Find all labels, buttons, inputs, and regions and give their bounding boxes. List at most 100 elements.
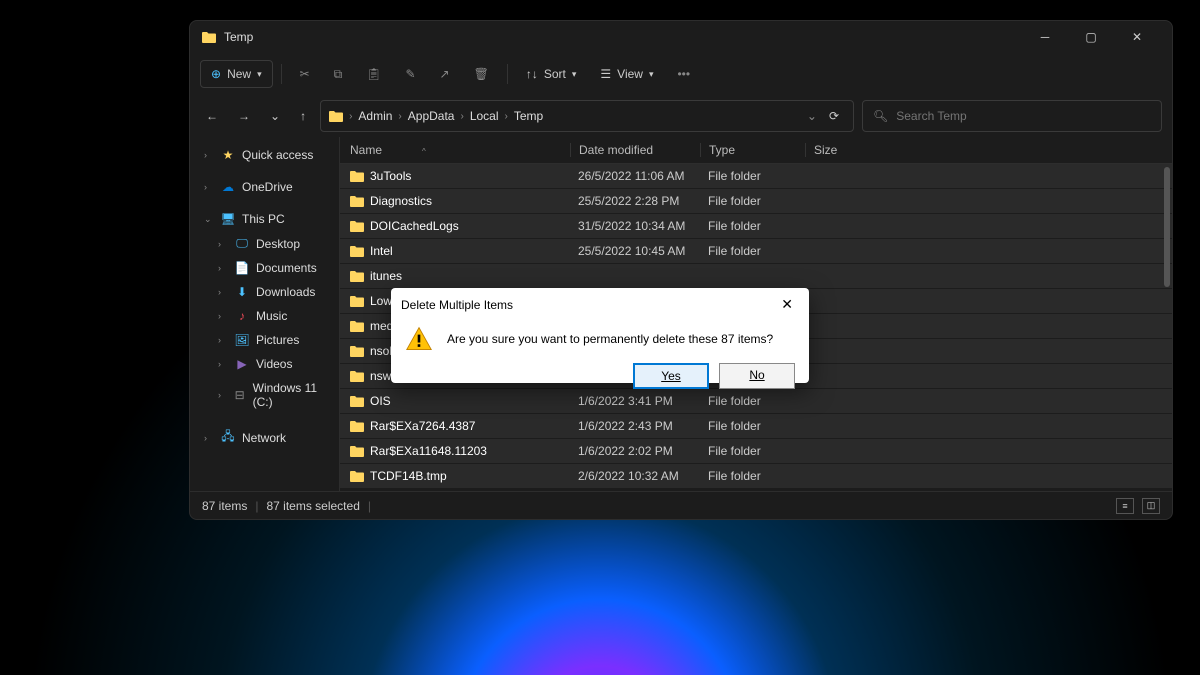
table-row[interactable]: Diagnostics25/5/2022 2:28 PMFile folder (340, 189, 1172, 214)
cut-button[interactable]: ✂ (290, 61, 320, 87)
address-bar[interactable]: › Admin › AppData › Local › Temp ⌄ ⟳ (320, 100, 854, 132)
chevron-down-icon[interactable]: ⌄ (807, 109, 817, 123)
chevron-right-icon: › (349, 111, 352, 122)
refresh-button[interactable]: ⟳ (823, 103, 845, 129)
sidebar-item-videos[interactable]: ›▶Videos (190, 352, 339, 376)
file-explorer-window: Temp ─ ▢ ✕ ⊕ New ▾ ✂ ⧉ 📋︎ ✎ ↗ 🗑︎ ↑↓ Sort… (189, 20, 1173, 520)
folder-icon (350, 195, 364, 207)
column-name[interactable]: Name^ (350, 143, 570, 157)
table-row[interactable]: Intel 25/5/2022 10:45 AMFile folder (340, 239, 1172, 264)
forward-button[interactable]: → (232, 103, 256, 129)
chevron-down-icon: ⌄ (204, 214, 214, 225)
close-button[interactable]: ✕ (1114, 21, 1160, 53)
sidebar-item-label: Documents (256, 261, 317, 275)
sidebar-item-onedrive[interactable]: ›☁OneDrive (190, 175, 339, 199)
warning-icon (405, 325, 433, 353)
scrollbar-vertical[interactable] (1164, 167, 1170, 287)
breadcrumb[interactable]: AppData (408, 109, 455, 123)
titlebar: Temp ─ ▢ ✕ (190, 21, 1172, 53)
folder-icon (350, 320, 364, 332)
sidebar-item-this-pc[interactable]: ⌄🖥︎This PC (190, 207, 339, 231)
yes-button[interactable]: Yes (633, 363, 709, 389)
delete-button[interactable]: 🗑︎ (464, 61, 499, 87)
folder-icon (202, 31, 216, 43)
sidebar-item-documents[interactable]: ›📄Documents (190, 256, 339, 280)
maximize-button[interactable]: ▢ (1068, 21, 1114, 53)
new-button[interactable]: ⊕ New ▾ (200, 60, 273, 88)
chevron-right-icon: › (505, 111, 508, 122)
recent-button[interactable]: ⌄ (264, 103, 286, 129)
sort-button[interactable]: ↑↓ Sort ▾ (516, 61, 587, 87)
table-row[interactable]: Rar$EXa11648.112031/6/2022 2:02 PMFile f… (340, 439, 1172, 464)
sidebar-item-quick-access[interactable]: ›★Quick access (190, 143, 339, 167)
file-type: File folder (700, 469, 805, 483)
minimize-button[interactable]: ─ (1022, 21, 1068, 53)
sidebar-item-label: Network (242, 431, 286, 445)
file-type: File folder (700, 244, 805, 258)
paste-button[interactable]: 📋︎ (356, 61, 391, 87)
sidebar-item-music[interactable]: ›♪Music (190, 304, 339, 328)
column-headers: Name^ Date modified Type Size (340, 137, 1172, 164)
table-row[interactable]: DOICachedLogs31/5/2022 10:34 AMFile fold… (340, 214, 1172, 239)
sidebar-item-desktop[interactable]: ›🖵Desktop (190, 231, 339, 256)
chevron-right-icon: › (204, 182, 214, 192)
no-button[interactable]: No (719, 363, 795, 389)
folder-icon (350, 395, 364, 407)
breadcrumb[interactable]: Local (470, 109, 499, 123)
search-box[interactable]: 🔍︎ (862, 100, 1162, 132)
file-date: 2/6/2022 10:32 AM (570, 469, 700, 483)
details-view-button[interactable]: ≡ (1116, 498, 1134, 514)
folder-icon (350, 245, 364, 257)
search-input[interactable] (896, 109, 1151, 123)
column-type[interactable]: Type (700, 143, 805, 157)
chevron-right-icon: › (460, 111, 463, 122)
sidebar-item-downloads[interactable]: ›⬇Downloads (190, 280, 339, 304)
up-button[interactable]: ↑ (294, 103, 312, 129)
file-name: OIS (370, 394, 391, 408)
sidebar-item-label: Music (256, 309, 287, 323)
dialog-close-button[interactable]: ✕ (775, 294, 799, 315)
file-name: itunes (370, 269, 402, 283)
sidebar-item-label: Desktop (256, 237, 300, 251)
sidebar-item-pictures[interactable]: ›🖼︎Pictures (190, 328, 339, 352)
chevron-right-icon: › (218, 390, 227, 400)
table-row[interactable]: 3uTools26/5/2022 11:06 AMFile folder (340, 164, 1172, 189)
folder-icon (350, 345, 364, 357)
file-name: DOICachedLogs (370, 219, 459, 233)
view-button[interactable]: ☰ View ▾ (590, 61, 663, 87)
share-button[interactable]: ↗ (430, 61, 460, 87)
copy-button[interactable]: ⧉ (324, 61, 353, 88)
sidebar-item-label: This PC (242, 212, 285, 226)
sidebar-item-network[interactable]: ›🖧︎Network (190, 422, 339, 453)
folder-icon (350, 170, 364, 182)
file-name: TCDF14B.tmp (370, 469, 447, 483)
sidebar-item-drive-c[interactable]: › ⊟ Windows 11 (C:) (190, 376, 339, 414)
thumbnails-view-button[interactable]: ◫ (1142, 498, 1160, 514)
sidebar-item-label: Windows 11 (C:) (253, 381, 329, 409)
rename-button[interactable]: ✎ (395, 61, 425, 87)
desktop-icon: 🖵 (234, 236, 250, 251)
table-row[interactable]: itunes (340, 264, 1172, 289)
more-button[interactable]: ••• (667, 61, 700, 87)
column-size[interactable]: Size (805, 143, 865, 157)
file-name: Low (370, 294, 392, 308)
folder-icon (350, 445, 364, 457)
file-name: Intel (370, 244, 393, 258)
sidebar-item-label: OneDrive (242, 180, 293, 194)
column-date[interactable]: Date modified (570, 143, 700, 157)
back-button[interactable]: ← (200, 103, 224, 129)
table-row[interactable]: TCDF14B.tmp 2/6/2022 10:32 AMFile folder (340, 464, 1172, 489)
breadcrumb[interactable]: Admin (358, 109, 392, 123)
breadcrumb[interactable]: Temp (514, 109, 543, 123)
view-label: View (617, 67, 643, 81)
sidebar-item-label: Quick access (242, 148, 313, 162)
chevron-right-icon: › (218, 359, 228, 369)
table-row[interactable]: Rar$EXa7264.43871/6/2022 2:43 PMFile fol… (340, 414, 1172, 439)
sidebar-item-label: Downloads (256, 285, 315, 299)
drive-icon: ⊟ (233, 388, 247, 402)
status-selected: 87 items selected (266, 499, 359, 513)
chevron-down-icon: ▾ (572, 69, 577, 80)
file-type: File folder (700, 219, 805, 233)
yes-label: Yes (661, 369, 681, 383)
file-date: 25/5/2022 10:45 AM (570, 244, 700, 258)
